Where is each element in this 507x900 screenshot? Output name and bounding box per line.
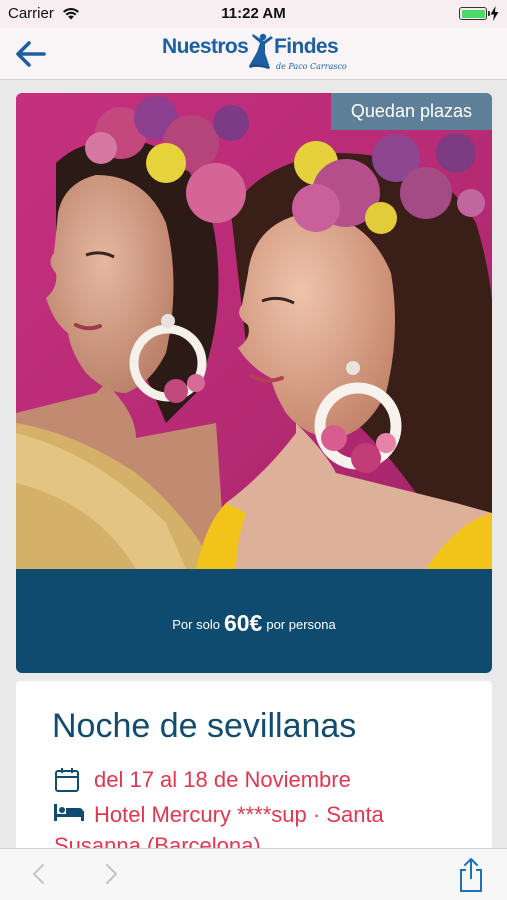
price-suffix: por persona — [266, 616, 336, 632]
availability-badge: Quedan plazas — [330, 93, 492, 130]
logo-word-nuestros: Nuestros — [162, 35, 249, 58]
arrow-left-icon — [16, 41, 46, 67]
event-card[interactable]: Quedan plazas Por solo 60€ por persona N… — [16, 93, 492, 848]
charging-bolt-icon — [490, 6, 499, 21]
calendar-icon — [55, 768, 79, 792]
event-title: Noche de sevillanas — [52, 707, 357, 745]
chevron-right-icon[interactable] — [100, 862, 122, 886]
event-hotel: Hotel Mercury ****sup · Santa Susanna (B… — [54, 802, 384, 848]
price-bar: Por solo 60€ por persona — [16, 569, 492, 673]
navigation-bar: Nuestros Findes de Paco Carrasco — [0, 28, 507, 80]
logo-word-findes: Findes — [274, 35, 339, 58]
price-prefix: Por solo — [172, 616, 220, 632]
battery-level — [461, 9, 485, 18]
event-dates: del 17 al 18 de Noviembre — [94, 767, 351, 792]
event-photo-art — [16, 93, 492, 569]
chevron-left-icon[interactable] — [28, 862, 50, 886]
scroll-content[interactable]: Quedan plazas Por solo 60€ por persona N… — [0, 80, 507, 848]
back-button[interactable] — [10, 36, 50, 72]
event-photo[interactable]: Quedan plazas — [16, 93, 492, 569]
clock: 11:22 AM — [221, 5, 286, 22]
battery-icon — [459, 7, 490, 20]
event-info-panel: Noche de sevillanas del 17 al 18 de Novi… — [16, 681, 492, 848]
share-icon[interactable] — [456, 857, 486, 893]
logo-subtitle: de Paco Carrasco — [276, 62, 347, 71]
brand-logo: Nuestros Findes de Paco Carrasco — [162, 33, 352, 74]
price-amount: 60€ — [223, 609, 263, 636]
status-bar: Carrier 11:22 AM — [0, 0, 507, 28]
browser-toolbar — [0, 848, 507, 900]
event-dates-row: del 17 al 18 de Noviembre — [54, 767, 351, 793]
dancer-logo-icon — [249, 33, 273, 69]
